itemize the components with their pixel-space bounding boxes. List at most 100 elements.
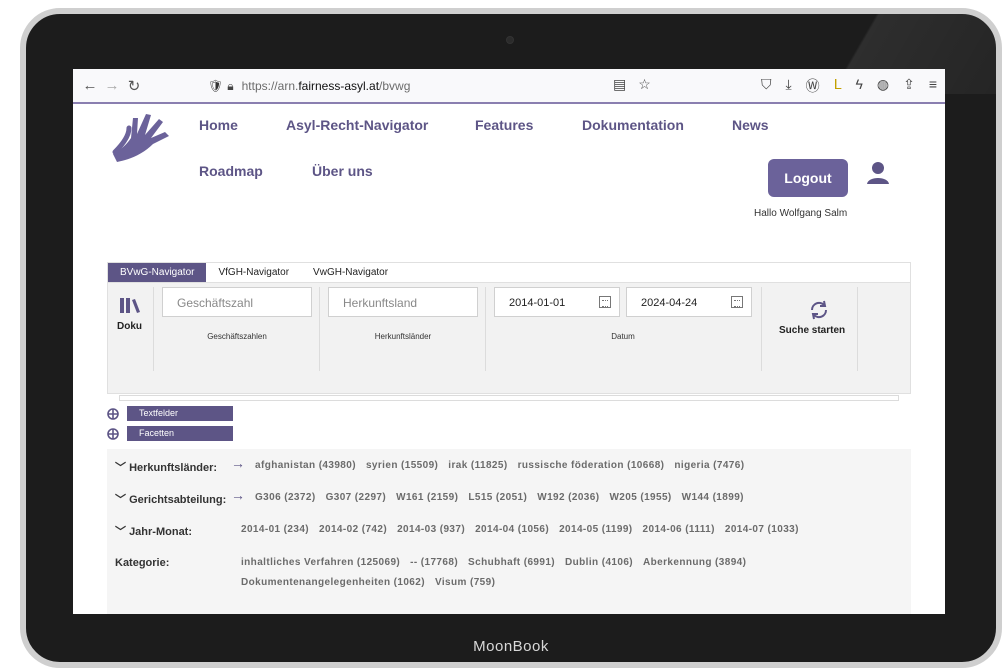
facet-value[interactable]: syrien (15509) [366,460,438,471]
books-icon [120,298,140,313]
facet-value[interactable]: G307 (2297) [326,492,387,503]
facet-value[interactable]: Dokumentenangelegenheiten (1062) [241,577,425,588]
facet-value[interactable]: W144 (1899) [682,492,744,503]
facet-kategorie-values: inhaltliches Verfahren (125069) -- (17768… [241,553,756,593]
facetten-toggle[interactable]: Facetten [127,426,233,441]
share-icon[interactable]: ⇪ [903,76,915,96]
nav-dokumentation[interactable]: Dokumentation [582,117,684,133]
datum-caption: Datum [611,332,635,341]
extension-w-icon[interactable]: Ⓦ [806,76,820,96]
facets-panel: ﹀ Herkunftsländer: → afghanistan (43980)… [107,449,911,614]
reader-view-icon[interactable]: ▤ [613,76,626,93]
tab-bvwg-navigator[interactable]: BVwG-Navigator [108,263,207,283]
extension-bolt-icon[interactable]: ϟ [855,76,862,96]
navigator-tabs: BVwG-Navigator VfGH-Navigator VwGH-Navig… [107,262,911,283]
menu-icon[interactable]: ≡ [929,76,937,96]
facet-value[interactable]: 2014-01 (234) [241,524,309,535]
facet-value[interactable]: G306 (2372) [255,492,316,503]
facet-herkunft-label[interactable]: ﹀ Herkunftsländer: [115,459,217,475]
facet-gericht-label[interactable]: ﹀ Gerichtsabteilung: [115,491,226,507]
facet-jahr-text: Jahr-Monat: [129,526,193,538]
search-panel: Doku Geschäftszahl Geschäftszahlen Herku… [107,282,911,394]
panel-scrollbar[interactable] [119,395,899,401]
camera [506,36,514,44]
facet-value[interactable]: Aberkennung (3894) [643,557,746,568]
extension-globe-icon[interactable]: ◍ [877,76,889,96]
textfelder-row: Textfelder [107,406,233,421]
facet-value[interactable]: 2014-06 (1111) [643,524,715,535]
facet-value[interactable]: Dublin (4106) [565,557,633,568]
facet-herkunft-values: afghanistan (43980) syrien (15509) irak (1… [255,456,754,476]
shield-icon: 🛡 [208,79,224,93]
search-start-button[interactable]: Suche starten [779,325,845,336]
geschaeftszahl-input[interactable]: Geschäftszahl [162,287,312,317]
arrow-right-icon[interactable]: → [231,455,245,471]
back-arrow-icon[interactable]: ← [79,77,101,94]
doku-cell[interactable]: Doku [108,287,154,371]
facet-gericht-values: G306 (2372) G307 (2297) W161 (2159) L515 (2… [255,488,754,508]
nav-ueber-uns[interactable]: Über uns [312,163,373,179]
facet-kategorie-label[interactable]: Kategorie: [115,557,169,569]
extension-lt-icon[interactable]: ꓡ [834,76,842,96]
plus-circle-icon[interactable] [107,407,119,420]
user-greeting: Hallo Wolfgang Salm [754,208,848,219]
geschaeftszahlen-caption: Geschäftszahlen [207,332,267,341]
doku-label: Doku [117,321,142,332]
download-icon[interactable]: ⤓ [785,76,791,96]
arrow-right-icon[interactable]: → [231,487,245,503]
facet-value[interactable]: W192 (2036) [537,492,599,503]
calendar-icon[interactable] [731,296,743,308]
facet-value[interactable]: W161 (2159) [396,492,458,503]
fairness-asyl-logo[interactable] [107,110,177,168]
facet-value[interactable]: W205 (1955) [609,492,671,503]
facet-gericht-text: Gerichtsabteilung: [129,494,227,506]
textfelder-toggle[interactable]: Textfelder [127,406,233,421]
calendar-icon[interactable] [599,296,611,308]
herkunftslaender-caption: Herkunftsländer [374,332,432,341]
facet-value[interactable]: Schubhaft (6991) [468,557,555,568]
pocket-icon[interactable]: ⛉ [761,76,772,96]
facet-value[interactable]: afghanistan (43980) [255,460,356,471]
facet-value[interactable]: inhaltliches Verfahren (125069) [241,557,400,568]
forward-arrow-icon[interactable]: → [101,77,123,94]
plus-circle-icon[interactable] [107,427,119,440]
facet-jahr-values: 2014-01 (234) 2014-02 (742) 2014-03 (937) 2… [241,520,809,540]
facet-value[interactable]: L515 (2051) [468,492,527,503]
user-icon[interactable] [865,160,891,186]
nav-roadmap[interactable]: Roadmap [199,163,263,179]
date-to-value: 2024-04-24 [641,297,698,309]
facet-value[interactable]: -- (17768) [410,557,458,568]
bookmark-star-icon[interactable]: ☆ [638,76,651,93]
url-host: fairness-asyl.at [298,79,380,93]
facetten-row: Facetten [107,426,233,441]
address-bar[interactable]: 🛡 🔒︎ https://arn. fairness-asyl.at/bvwg [208,75,608,97]
facet-value[interactable]: russische föderation (10668) [518,460,665,471]
facet-value[interactable]: 2014-04 (1056) [475,524,549,535]
facet-value[interactable]: irak (11825) [448,460,507,471]
facet-value[interactable]: 2014-03 (937) [397,524,465,535]
facet-herkunft-text: Herkunftsländer: [129,462,218,474]
device-brand: MoonBook [473,638,549,655]
nav-features[interactable]: Features [475,117,533,133]
date-to-input[interactable]: 2024-04-24 [626,287,752,317]
facet-value[interactable]: 2014-07 (1033) [725,524,799,535]
herkunftsland-input[interactable]: Herkunftsland [328,287,478,317]
facet-value[interactable]: Visum (759) [435,577,495,588]
tab-vfgh-navigator[interactable]: VfGH-Navigator [206,263,301,283]
date-from-value: 2014-01-01 [509,297,566,309]
logout-button[interactable]: Logout [768,159,848,197]
browser-toolbar: ← → ↻ 🛡 🔒︎ https://arn. fairness-asyl.at /… [73,69,945,104]
nav-home[interactable]: Home [199,117,238,133]
facet-value[interactable]: 2014-05 (1199) [559,524,632,535]
reload-icon[interactable]: ↻ [123,77,145,95]
tab-vwgh-navigator[interactable]: VwGH-Navigator [301,263,400,283]
facet-value[interactable]: 2014-02 (742) [319,524,387,535]
facet-jahr-label[interactable]: ﹀ Jahr-Monat: [115,523,192,539]
url-prefix: https://arn. [241,79,299,93]
screen: ← → ↻ 🛡 🔒︎ https://arn. fairness-asyl.at /… [73,69,945,614]
date-from-input[interactable]: 2014-01-01 [494,287,620,317]
nav-news[interactable]: News [732,117,769,133]
nav-asyl-recht-navigator[interactable]: Asyl-Recht-Navigator [286,117,428,133]
refresh-icon[interactable] [808,299,830,321]
facet-value[interactable]: nigeria (7476) [674,460,744,471]
